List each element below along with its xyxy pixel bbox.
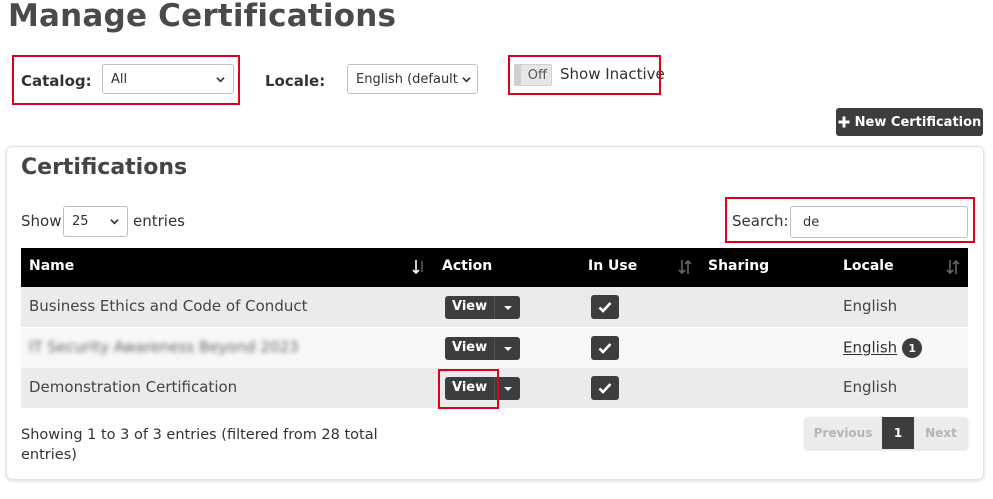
entries-select[interactable]: 25 <box>63 206 128 237</box>
caret-down-icon <box>503 305 512 310</box>
row-locale-link[interactable]: English <box>843 339 897 357</box>
new-certification-label: New Certification <box>854 114 982 130</box>
catalog-label: Catalog: <box>21 72 92 90</box>
view-button[interactable]: View <box>445 377 495 400</box>
locale-count-badge: 1 <box>902 338 923 358</box>
row-locale-cell: English 1 <box>843 338 923 358</box>
caret-down-icon <box>503 346 512 351</box>
locale-select[interactable]: English (default <box>347 64 478 94</box>
row-locale: English <box>843 297 898 315</box>
table-row: Business Ethics and Code of Conduct View… <box>21 287 968 327</box>
search-label: Search: <box>732 212 789 230</box>
table-header: Name Action In Use Sharing Locale <box>21 248 968 287</box>
column-header-in-use[interactable]: In Use <box>588 258 637 274</box>
search-input[interactable]: de <box>790 206 968 238</box>
column-header-action: Action <box>442 258 493 274</box>
plus-icon <box>838 116 850 128</box>
checkmark-icon <box>598 383 612 394</box>
in-use-check <box>591 376 619 400</box>
view-button-group[interactable]: View <box>445 337 521 360</box>
sort-icon[interactable] <box>678 258 692 276</box>
table-row: Demonstration Certification View English <box>21 368 968 408</box>
row-name: Business Ethics and Code of Conduct <box>29 297 308 315</box>
previous-page-button[interactable]: Previous <box>804 417 882 449</box>
view-dropdown-toggle[interactable] <box>494 337 521 360</box>
catalog-select-value: All <box>111 71 128 87</box>
show-inactive-toggle[interactable]: Off <box>514 64 552 86</box>
entries-label: entries <box>133 212 185 230</box>
in-use-check <box>591 295 619 319</box>
card-title: Certifications <box>21 155 188 180</box>
row-name-redacted: IT Security Awareness Beyond 2023 <box>29 338 299 356</box>
page-title: Manage Certifications <box>8 0 397 34</box>
sort-desc-icon[interactable] <box>412 258 426 276</box>
view-button-group[interactable]: View <box>445 296 521 319</box>
view-button[interactable]: View <box>445 337 495 360</box>
new-certification-button[interactable]: New Certification <box>836 108 983 136</box>
show-inactive-label: Show Inactive <box>560 65 665 83</box>
pagination: Previous 1 Next <box>804 417 968 449</box>
catalog-select[interactable]: All <box>102 64 234 94</box>
entries-select-value: 25 <box>72 214 89 229</box>
table-row: IT Security Awareness Beyond 2023 View E… <box>21 328 968 368</box>
column-header-sharing: Sharing <box>708 258 770 274</box>
next-page-button[interactable]: Next <box>914 417 968 449</box>
page-1-button[interactable]: 1 <box>882 417 914 449</box>
chevron-down-icon <box>216 76 225 82</box>
checkmark-icon <box>598 343 612 354</box>
search-input-value: de <box>803 214 820 230</box>
sort-icon[interactable] <box>946 258 960 276</box>
in-use-check <box>591 336 619 360</box>
chevron-down-icon <box>462 76 471 82</box>
view-button[interactable]: View <box>445 296 495 319</box>
row-name: Demonstration Certification <box>29 378 238 396</box>
toggle-state-text: Off <box>527 67 547 83</box>
caret-down-icon <box>503 386 512 391</box>
checkmark-icon <box>598 302 612 313</box>
table-info: Showing 1 to 3 of 3 entries (filtered fr… <box>21 427 378 463</box>
view-dropdown-toggle[interactable] <box>494 377 521 400</box>
row-locale: English <box>843 378 898 396</box>
show-label: Show <box>21 212 62 230</box>
locale-label: Locale: <box>265 72 326 90</box>
view-button-group[interactable]: View <box>445 377 521 400</box>
column-header-name[interactable]: Name <box>29 258 74 274</box>
view-dropdown-toggle[interactable] <box>494 296 521 319</box>
locale-select-value: English (default <box>356 71 458 87</box>
chevron-down-icon <box>110 219 119 225</box>
column-header-locale[interactable]: Locale <box>843 258 894 274</box>
